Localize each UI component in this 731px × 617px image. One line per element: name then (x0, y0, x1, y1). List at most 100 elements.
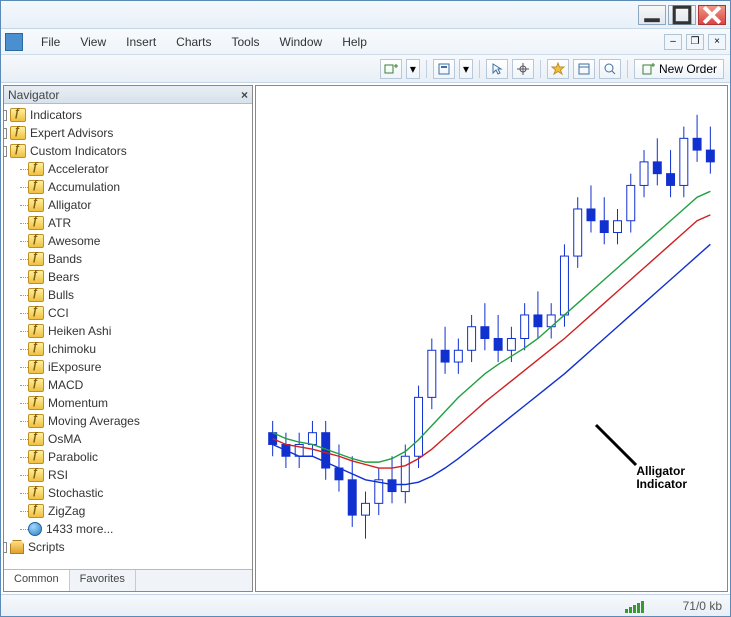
tree-item-stochastic-icon (28, 486, 44, 500)
tree-item-moving-averages[interactable]: Moving Averages (6, 412, 250, 430)
app-window: File View Insert Charts Tools Window Hel… (0, 0, 731, 617)
tree-item-momentum[interactable]: Momentum (6, 394, 250, 412)
tree-indicators[interactable]: +Indicators (6, 106, 250, 124)
chart-panel[interactable]: Alligator Indicator (255, 85, 728, 592)
menu-charts[interactable]: Charts (166, 31, 221, 53)
close-button[interactable] (698, 5, 726, 25)
sub-close-button[interactable]: × (708, 34, 726, 50)
tree-item-atr[interactable]: ATR (6, 214, 250, 232)
menu-window[interactable]: Window (270, 31, 333, 53)
navigator-tabs: Common Favorites (4, 569, 252, 591)
tree-item-cci-icon (28, 306, 44, 320)
toolbar-star-button[interactable] (547, 59, 569, 79)
tree-scripts-icon (10, 540, 24, 554)
tree-item-accumulation[interactable]: Accumulation (6, 178, 250, 196)
tree-item-ichimoku[interactable]: Ichimoku (6, 340, 250, 358)
tree-item-bulls-icon (28, 288, 44, 302)
toolbar-panel-button[interactable] (573, 59, 595, 79)
menu-file[interactable]: File (31, 31, 70, 53)
tree-expert-advisors-icon (10, 126, 26, 140)
toolbar-search-button[interactable] (599, 59, 621, 79)
toolbar-separator (426, 60, 427, 78)
tree-item-bands-icon (28, 252, 44, 266)
minimize-button[interactable] (638, 5, 666, 25)
titlebar (1, 1, 730, 29)
menu-tools[interactable]: Tools (222, 31, 270, 53)
tree-item-stochastic[interactable]: Stochastic (6, 484, 250, 502)
menu-insert[interactable]: Insert (116, 31, 166, 53)
tree-custom-indicators[interactable]: −Custom Indicators (6, 142, 250, 160)
tree-item-moving-averages-icon (28, 414, 44, 428)
navigator-panel: Navigator × +Indicators+Expert Advisors−… (3, 85, 253, 592)
tree-item-rsi-icon (28, 468, 44, 482)
chart-annotation: Alligator Indicator (636, 465, 687, 491)
navigator-title: Navigator (8, 88, 59, 102)
toolbar-separator (479, 60, 480, 78)
toolbar-profile-button[interactable] (433, 59, 455, 79)
tree-item-accelerator[interactable]: Accelerator (6, 160, 250, 178)
tree-item-awesome-icon (28, 234, 44, 248)
menu-help[interactable]: Help (332, 31, 377, 53)
tree-item-iexposure-icon (28, 360, 44, 374)
toolbar-separator (627, 60, 628, 78)
tree-scripts[interactable]: +Scripts (6, 538, 250, 556)
tree-item-bears[interactable]: Bears (6, 268, 250, 286)
subwindow-controls: – ❐ × (664, 34, 726, 50)
toolbar-dropdown-1[interactable]: ▾ (406, 59, 420, 79)
connection-indicator (625, 599, 665, 613)
chart-canvas (256, 86, 727, 591)
tree-item-ichimoku-icon (28, 342, 44, 356)
tree-item-bands[interactable]: Bands (6, 250, 250, 268)
new-order-label: New Order (659, 62, 717, 76)
tree-item-osma[interactable]: OsMA (6, 430, 250, 448)
tree-item-zigzag[interactable]: ZigZag (6, 502, 250, 520)
tree-item-osma-icon (28, 432, 44, 446)
new-order-button[interactable]: New Order (634, 59, 724, 79)
tree-item-alligator-icon (28, 198, 44, 212)
toolbar-crosshair-button[interactable] (512, 59, 534, 79)
menu-view[interactable]: View (70, 31, 116, 53)
toolbar: ▾ ▾ New Order (1, 55, 730, 83)
tree-item-accumulation-icon (28, 180, 44, 194)
navigator-tree[interactable]: +Indicators+Expert Advisors−Custom Indic… (4, 104, 252, 569)
body: Navigator × +Indicators+Expert Advisors−… (1, 83, 730, 594)
maximize-button[interactable] (668, 5, 696, 25)
tree-indicators-icon (10, 108, 26, 122)
new-order-icon (641, 62, 655, 76)
tree-expert-advisors[interactable]: +Expert Advisors (6, 124, 250, 142)
tab-favorites[interactable]: Favorites (70, 570, 136, 591)
tree-item-macd[interactable]: MACD (6, 376, 250, 394)
sub-restore-button[interactable]: ❐ (686, 34, 704, 50)
toolbar-dropdown-2[interactable]: ▾ (459, 59, 473, 79)
sub-minimize-button[interactable]: – (664, 34, 682, 50)
tree-item-cci[interactable]: CCI (6, 304, 250, 322)
tree-more[interactable]: 1433 more... (6, 520, 250, 538)
status-kb: 71/0 kb (683, 599, 722, 613)
annotation-arrow-icon (586, 415, 646, 475)
navigator-tree-wrap: +Indicators+Expert Advisors−Custom Indic… (4, 104, 252, 569)
tree-item-zigzag-icon (28, 504, 44, 518)
navigator-header: Navigator × (4, 86, 252, 104)
toolbar-add-button[interactable] (380, 59, 402, 79)
tree-item-accelerator-icon (28, 162, 44, 176)
tree-item-parabolic-icon (28, 450, 44, 464)
tree-item-rsi[interactable]: RSI (6, 466, 250, 484)
tree-item-parabolic[interactable]: Parabolic (6, 448, 250, 466)
tree-custom-indicators-icon (10, 144, 26, 158)
tab-common[interactable]: Common (4, 570, 70, 591)
tree-item-momentum-icon (28, 396, 44, 410)
tree-item-macd-icon (28, 378, 44, 392)
tree-item-atr-icon (28, 216, 44, 230)
toolbar-separator (540, 60, 541, 78)
tree-item-bulls[interactable]: Bulls (6, 286, 250, 304)
tree-item-heiken-ashi[interactable]: Heiken Ashi (6, 322, 250, 340)
navigator-close-button[interactable]: × (241, 88, 248, 102)
statusbar: 71/0 kb (1, 594, 730, 616)
tree-item-awesome[interactable]: Awesome (6, 232, 250, 250)
tree-more-icon (28, 522, 42, 536)
tree-item-iexposure[interactable]: iExposure (6, 358, 250, 376)
toolbar-cursor-button[interactable] (486, 59, 508, 79)
app-icon (5, 33, 23, 51)
annotation-line-2: Indicator (636, 478, 687, 491)
tree-item-alligator[interactable]: Alligator (6, 196, 250, 214)
